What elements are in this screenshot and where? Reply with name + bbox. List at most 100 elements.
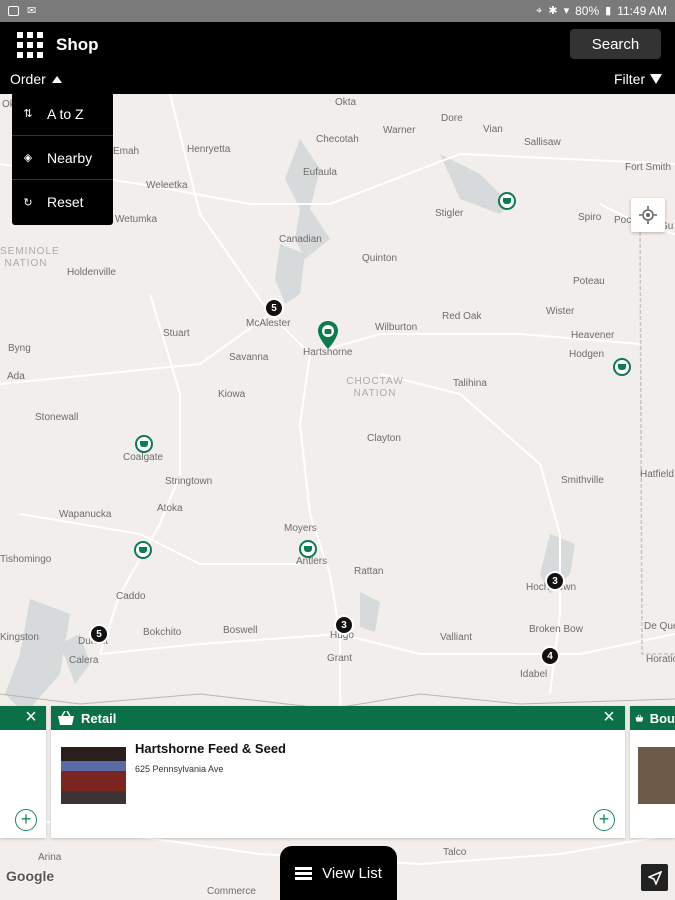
city-label: Commerce — [207, 886, 256, 897]
city-label: Eufaula — [303, 167, 337, 178]
battery-percent: 80% — [575, 4, 600, 18]
close-icon[interactable]: × — [21, 707, 41, 728]
city-label: Boswell — [223, 625, 258, 636]
filter-label: Filter — [614, 71, 646, 87]
card-header: Bou — [630, 706, 675, 730]
store-cluster-marker[interactable]: 3 — [334, 615, 354, 635]
city-label: Quinton — [362, 253, 398, 264]
store-photo — [61, 747, 126, 804]
city-label: Coalgate — [123, 452, 164, 463]
status-bar: ✉ ⌖ ✱ ▾ 80% ▮ 11:49 AM — [0, 0, 675, 22]
city-label: Wetumka — [115, 214, 158, 225]
city-label: Wister — [546, 306, 575, 317]
store-marker[interactable] — [299, 540, 317, 558]
view-list-button[interactable]: View List — [280, 846, 397, 900]
city-label: Idabel — [520, 669, 548, 680]
location-icon: ⌖ — [536, 4, 543, 17]
store-marker[interactable] — [498, 192, 516, 210]
store-cluster-marker[interactable]: 5 — [264, 298, 284, 318]
store-cluster-marker[interactable]: 5 — [89, 624, 109, 644]
my-location-button[interactable] — [631, 198, 665, 232]
store-card-partial-right[interactable]: Bou — [630, 706, 675, 838]
city-label: Stringtown — [165, 476, 213, 487]
city-label: Atoka — [157, 503, 183, 514]
list-icon — [295, 866, 313, 880]
selected-store-pin-icon[interactable] — [318, 321, 338, 349]
card-header: Retail × — [51, 706, 625, 730]
city-label: Caddo — [116, 591, 146, 602]
city-label: Tishomingo — [0, 554, 52, 565]
order-option-a-to-z[interactable]: ⇅ A to Z — [12, 92, 113, 136]
add-icon[interactable]: + — [15, 809, 37, 831]
google-logo: Google — [6, 868, 55, 884]
store-card[interactable]: Retail × Hartshorne Feed & Seed 625 Penn… — [51, 706, 625, 838]
nearby-icon: ◈ — [23, 152, 33, 164]
basket-icon — [635, 714, 644, 722]
store-photo — [638, 747, 675, 804]
city-label: Holdenville — [67, 267, 116, 278]
store-cluster-marker[interactable]: 4 — [540, 646, 560, 666]
order-option-label: Reset — [47, 194, 84, 210]
region-label: SEMINOLE NATION — [0, 246, 60, 269]
card-header: × — [0, 706, 46, 730]
city-label: Fort Smith — [625, 162, 672, 173]
city-label: Stuart — [163, 328, 190, 339]
filter-funnel-icon — [650, 74, 663, 84]
store-cluster-marker[interactable]: 3 — [545, 571, 565, 591]
city-label: Spiro — [578, 212, 602, 223]
city-label: Heavener — [571, 330, 615, 341]
store-name: Hartshorne Feed & Seed — [135, 741, 286, 756]
city-label: Sallisaw — [524, 137, 561, 148]
city-label: Moyers — [284, 523, 317, 534]
search-button[interactable]: Search — [570, 29, 661, 59]
clock: 11:49 AM — [617, 4, 667, 18]
city-label: Kiowa — [218, 389, 246, 400]
city-label: Poteau — [573, 276, 605, 287]
caret-up-icon — [51, 75, 62, 83]
city-label: Valliant — [440, 632, 473, 643]
city-label: Canadian — [279, 234, 322, 245]
close-icon[interactable]: × — [599, 707, 619, 728]
city-label: Broken Bow — [529, 624, 583, 635]
order-toggle[interactable]: Order — [10, 71, 62, 87]
view-list-label: View List — [322, 864, 382, 882]
city-label: Smithville — [561, 475, 604, 486]
order-option-label: Nearby — [47, 149, 93, 166]
bluetooth-icon: ✱ — [548, 4, 558, 17]
app-bar: Shop Search Order Filter — [0, 22, 675, 94]
filter-button[interactable]: Filter — [614, 71, 663, 87]
order-menu: ⇅ A to Z ◈ Nearby ↻ Reset — [12, 92, 113, 225]
city-label: Emah — [113, 146, 140, 157]
shop-map-screen: ✉ ⌖ ✱ ▾ 80% ▮ 11:49 AM Shop Search Order… — [0, 0, 675, 900]
city-label: Wilburton — [375, 322, 418, 333]
city-label: Red Oak — [442, 311, 482, 322]
city-label: Dore — [441, 113, 463, 124]
store-card-partial-left[interactable]: × + — [0, 706, 46, 838]
apps-grid-icon[interactable] — [17, 32, 43, 58]
region-label: CHOCTAW NATION — [346, 376, 404, 399]
city-label: Stonewall — [35, 412, 79, 423]
city-label: Talco — [443, 847, 467, 858]
order-option-nearby[interactable]: ◈ Nearby — [12, 136, 113, 180]
navigation-arrow-icon — [647, 870, 662, 885]
battery-icon: ▮ — [605, 4, 612, 17]
store-marker[interactable] — [134, 541, 152, 559]
order-option-reset[interactable]: ↻ Reset — [12, 180, 113, 224]
order-option-label: A to Z — [47, 105, 84, 122]
city-label: Arina — [38, 852, 62, 863]
crosshair-icon — [639, 206, 657, 224]
sort-icon: ⇅ — [23, 108, 33, 120]
city-label: Hodgen — [569, 349, 605, 360]
store-marker[interactable] — [135, 435, 153, 453]
reset-icon: ↻ — [23, 196, 33, 209]
city-label: Rattan — [354, 566, 384, 577]
city-label: Kingston — [0, 632, 39, 643]
city-label: Savanna — [229, 352, 269, 363]
navigate-button[interactable] — [641, 864, 668, 891]
city-label: Vian — [483, 124, 503, 135]
add-icon[interactable]: + — [593, 809, 615, 831]
city-label: Calera — [69, 655, 99, 666]
city-label: Checotah — [316, 134, 359, 145]
store-address: 625 Pennsylvania Ave — [135, 764, 224, 774]
store-marker[interactable] — [613, 358, 631, 376]
